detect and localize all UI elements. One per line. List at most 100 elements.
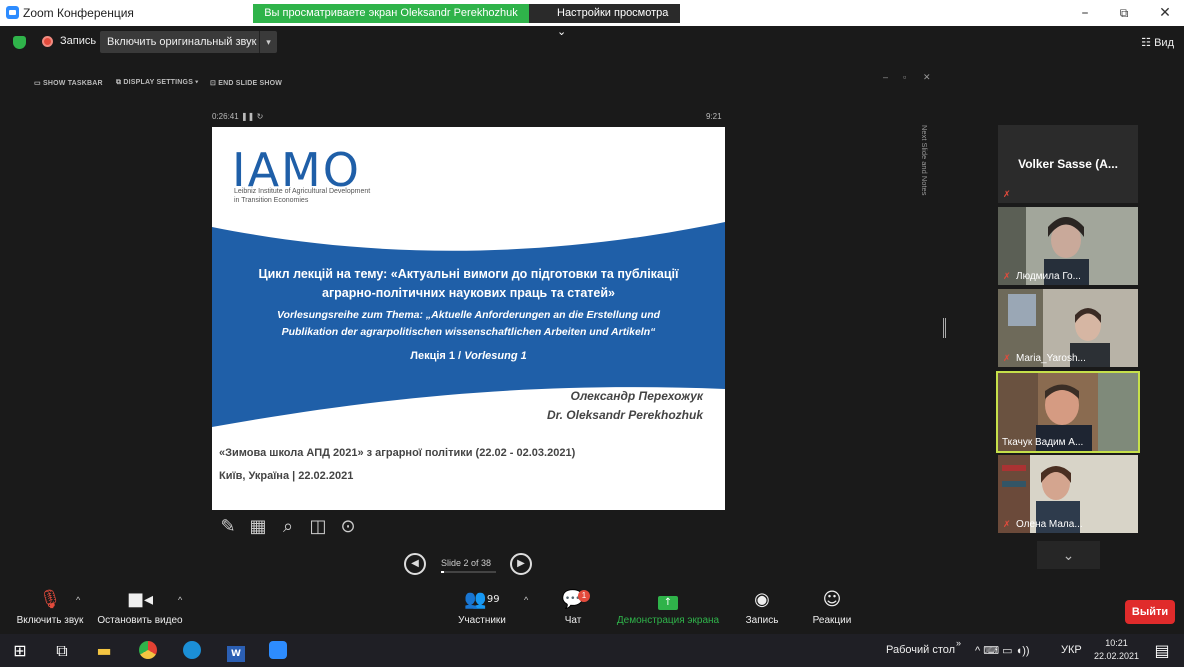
pen-icon[interactable]: ✎ <box>213 516 243 537</box>
security-shield-icon[interactable] <box>13 36 26 49</box>
meeting-toolbar: 🎙 Включить звук ^ ■◂ Остановить видео ^ … <box>0 585 1184 634</box>
next-slide-button[interactable]: ▶ <box>510 553 532 575</box>
stop-video-label: Остановить видео <box>97 615 183 626</box>
restore-button[interactable]: ⧉ <box>1109 3 1139 23</box>
record-label: Запись <box>745 615 779 626</box>
slide-tools: ✎ ▦ ⌕ ◫ ⊙ <box>213 516 363 537</box>
leave-meeting-button[interactable]: Выйти <box>1125 600 1175 624</box>
end-slide-show-label: END SLIDE SHOW <box>218 80 283 87</box>
slide-title-de-line2: Publikation der agrarpolitischen wissens… <box>281 326 656 338</box>
muted-mic-icon: ✗ <box>1003 353 1011 363</box>
lecture-de: Vorlesung 1 <box>464 350 527 362</box>
unmute-button[interactable]: 🎙 Включить звук <box>10 585 90 626</box>
participant-tile[interactable]: ✗ Олена Мала... <box>998 455 1138 533</box>
windows-start-icon[interactable]: ⊞ <box>10 641 30 661</box>
task-view-icon[interactable]: ⧉ <box>52 641 72 661</box>
record-button[interactable]: ◉ Запись <box>740 585 784 626</box>
place-date: Київ, Україна | 22.02.2021 <box>219 470 354 482</box>
zoom-taskbar-icon[interactable] <box>268 641 288 661</box>
record-icon: ◉ <box>754 589 770 610</box>
participant-name: Людмила Го... <box>1016 271 1081 282</box>
participants-count: 99 <box>486 594 500 605</box>
next-slide-notes-label[interactable]: Next Slide and Notes <box>920 125 929 195</box>
slide-title-de-line1: Vorlesungsreihe zum Thema: „Aktuelle Anf… <box>276 309 661 321</box>
audio-options-caret-icon[interactable]: ^ <box>76 595 80 605</box>
muted-mic-icon: ✗ <box>1003 189 1011 199</box>
view-button[interactable]: ☷ Вид <box>1141 36 1174 49</box>
view-settings-button[interactable]: Настройки просмотра ⌄ <box>529 4 680 38</box>
recording-dot-icon <box>42 36 53 47</box>
split-drag-handle[interactable] <box>943 318 946 338</box>
participant-tile[interactable]: Volker Sasse (A... ✗ <box>998 125 1138 203</box>
minimize-button[interactable]: – <box>1070 3 1100 23</box>
reactions-button[interactable]: ☺ Реакции <box>808 585 856 626</box>
participant-tile-active[interactable]: Ткачук Вадим А... <box>996 371 1140 453</box>
word-icon[interactable]: W <box>226 641 246 662</box>
clock-time: 10:21 <box>1105 638 1128 648</box>
share-screen-icon: ↑ <box>612 585 724 613</box>
unmute-label: Включить звук <box>16 615 84 626</box>
notifications-icon[interactable]: ▤ <box>1152 641 1172 661</box>
participant-tile[interactable]: ✗ Maria_Yarosh... <box>998 289 1138 367</box>
lecture-uk: Лекція 1 / <box>410 350 462 362</box>
slide-title-uk-line2: аграрно-політичних наукових праць та ста… <box>322 286 615 300</box>
zoom-magnifier-icon[interactable]: ⌕ <box>273 516 303 537</box>
reactions-label: Реакции <box>812 615 852 626</box>
pause-icon[interactable]: ❚❚ <box>241 112 254 121</box>
language-indicator[interactable]: УКР <box>1061 644 1082 656</box>
iamo-subtitle: Leibniz Institute of Agricultural Develo… <box>234 187 370 205</box>
participants-button[interactable]: 👥99 Участники <box>452 585 512 626</box>
presenter-close-icon[interactable]: ✕ <box>923 72 931 83</box>
gallery-scroll-down-button[interactable]: ⌄ <box>1037 541 1100 569</box>
iamo-subtitle-line1: Leibniz Institute of Agricultural Develo… <box>234 188 371 195</box>
participant-tile[interactable]: ✗ Людмила Го... <box>998 207 1138 285</box>
participant-name-large: Volker Sasse (A... <box>1018 157 1118 171</box>
grid-icon: ☷ <box>1141 37 1152 49</box>
view-settings-label: Настройки просмотра <box>557 7 669 19</box>
display-settings-label: DISPLAY SETTINGS ▾ <box>123 79 199 86</box>
edge-icon[interactable] <box>182 641 202 661</box>
chrome-icon[interactable] <box>138 641 158 661</box>
more-options-icon[interactable]: ⊙ <box>333 516 363 537</box>
timer-value: 0:26:41 <box>212 112 239 121</box>
slide-title-uk-line1: Цикл лекцій на тему: «Актуальні вимоги д… <box>258 267 679 281</box>
zoom-logo-icon <box>6 6 19 19</box>
iamo-subtitle-line2: in Transition Economies <box>234 197 309 204</box>
clock[interactable]: 10:21 22.02.2021 <box>1094 637 1139 663</box>
stop-video-button[interactable]: ■◂ Остановить видео <box>96 585 184 626</box>
show-taskbar-button[interactable]: ▭ SHOW TASKBAR <box>34 79 103 87</box>
end-slide-show-button[interactable]: ⊡ END SLIDE SHOW <box>210 79 282 87</box>
chat-label: Чат <box>564 615 582 626</box>
slide-progress-fill <box>441 571 444 573</box>
tray-icons[interactable]: ^ ⌨ ▭ ◖)) <box>975 644 1030 657</box>
video-options-caret-icon[interactable]: ^ <box>178 595 182 605</box>
presenter-minimize-icon[interactable]: – <box>883 72 888 82</box>
participant-name: Олена Мала... <box>1016 519 1083 530</box>
smiley-plus-icon: ☺ <box>822 589 842 610</box>
previous-slide-button[interactable]: ◀ <box>404 553 426 575</box>
lecture-number: Лекція 1 / Vorlesung 1 <box>212 350 725 362</box>
recording-label: Запись <box>60 35 97 47</box>
file-explorer-icon[interactable]: ▬ <box>94 641 114 661</box>
double-chevron-icon[interactable]: » <box>956 638 961 648</box>
original-sound-label: Включить оригинальный звук <box>107 36 257 48</box>
slide-title-uk: Цикл лекцій на тему: «Актуальні вимоги д… <box>212 265 725 303</box>
clock-date: 22.02.2021 <box>1094 651 1140 661</box>
display-settings-button[interactable]: ⧉ DISPLAY SETTINGS ▾ <box>116 79 198 87</box>
share-screen-button[interactable]: ↑ Демонстрация экрана <box>612 585 724 626</box>
muted-mic-icon: ✗ <box>1003 519 1011 529</box>
close-button[interactable]: ✕ <box>1150 3 1180 23</box>
slides-grid-icon[interactable]: ▦ <box>243 516 273 537</box>
restart-icon[interactable]: ↻ <box>257 112 264 121</box>
participants-label: Участники <box>458 615 506 626</box>
desktop-toolbar-label[interactable]: Рабочий стол <box>886 644 955 656</box>
slide-progress-bar <box>441 571 496 573</box>
participant-name: Ткачук Вадим А... <box>1002 437 1084 448</box>
presenter-restore-icon[interactable]: ▫ <box>903 72 906 82</box>
chat-unread-badge: 1 <box>578 590 590 602</box>
participants-caret-icon[interactable]: ^ <box>524 595 528 605</box>
chevron-down-icon[interactable]: ▾ <box>259 31 277 53</box>
original-sound-button[interactable]: Включить оригинальный звук ▾ <box>100 31 277 53</box>
subtitles-icon[interactable]: ◫ <box>303 516 333 537</box>
window-title: Zoom Конференция <box>23 6 134 20</box>
